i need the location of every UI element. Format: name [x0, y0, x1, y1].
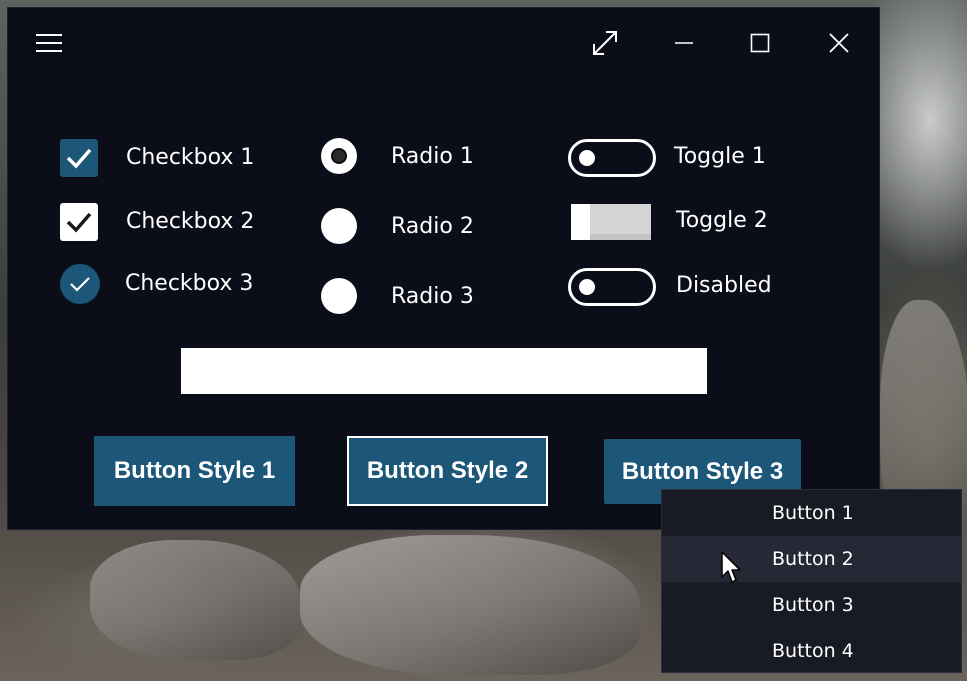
checkbox-3-label: Checkbox 3	[125, 271, 254, 296]
checkmark-icon	[66, 148, 92, 169]
radio-2-label: Radio 2	[391, 214, 474, 239]
checkbox-1-label: Checkbox 1	[126, 145, 255, 170]
close-icon[interactable]	[816, 20, 862, 66]
radio-1[interactable]	[321, 138, 357, 174]
radio-3-label: Radio 3	[391, 284, 474, 309]
background-rock	[300, 535, 640, 675]
toggle-2-label: Toggle 2	[676, 208, 768, 233]
toggle-disabled-label: Disabled	[676, 273, 772, 298]
fullscreen-icon[interactable]	[582, 20, 628, 66]
checkbox-3[interactable]	[60, 264, 100, 304]
checkmark-icon	[66, 212, 92, 233]
checkmark-icon	[70, 277, 90, 292]
menu-item-button-1[interactable]: Button 1	[662, 490, 961, 536]
hamburger-menu-icon[interactable]	[26, 20, 72, 66]
app-window: Checkbox 1 Checkbox 2 Checkbox 3 Radio 1…	[7, 7, 880, 530]
radio-1-label: Radio 1	[391, 144, 474, 169]
checkbox-2[interactable]	[60, 203, 98, 241]
toggle-2[interactable]	[571, 204, 651, 240]
checkbox-1[interactable]	[60, 139, 98, 177]
dropdown-menu: Button 1 Button 2 Button 3 Button 4	[661, 489, 962, 673]
radio-2[interactable]	[321, 208, 357, 244]
radio-selected-dot	[331, 148, 347, 164]
radio-3[interactable]	[321, 278, 357, 314]
toggle-1[interactable]	[568, 139, 656, 177]
mouse-cursor-icon	[721, 551, 741, 583]
toggle-disabled[interactable]	[568, 268, 656, 306]
button-style-1[interactable]: Button Style 1	[94, 436, 295, 506]
minimize-icon[interactable]	[661, 20, 707, 66]
menu-item-button-4[interactable]: Button 4	[662, 628, 961, 674]
text-input[interactable]	[181, 348, 707, 394]
toggle-knob	[579, 279, 595, 295]
checkbox-2-label: Checkbox 2	[126, 209, 255, 234]
menu-item-button-3[interactable]: Button 3	[662, 582, 961, 628]
menu-item-button-2[interactable]: Button 2	[662, 536, 961, 582]
button-style-2[interactable]: Button Style 2	[347, 436, 548, 506]
toggle-knob	[579, 150, 595, 166]
toggle-thumb	[571, 204, 590, 240]
toggle-track-shade	[590, 234, 651, 240]
toggle-1-label: Toggle 1	[674, 144, 766, 169]
background-rock	[90, 540, 300, 660]
maximize-icon[interactable]	[737, 20, 783, 66]
